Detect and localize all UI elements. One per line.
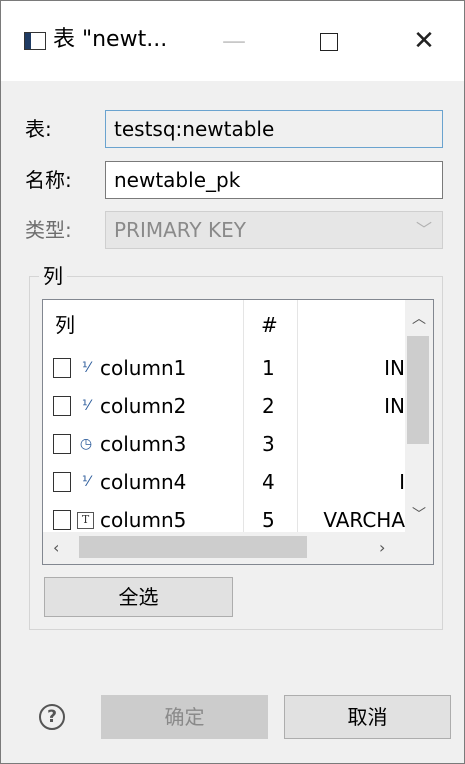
- column-name: column1: [100, 356, 187, 380]
- scroll-down-icon[interactable]: ﹀: [405, 504, 433, 524]
- table-label: 表:: [25, 117, 52, 141]
- title-bar: 表 "newt... — ✕: [1, 1, 464, 81]
- columns-group-legend: 列: [39, 263, 67, 289]
- scroll-right-icon[interactable]: ›: [379, 538, 385, 557]
- type-label: 类型:: [25, 218, 72, 242]
- column-name: column5: [100, 508, 187, 532]
- window-icon: [24, 32, 46, 50]
- table-row[interactable]: ◷ column3 3: [43, 426, 405, 464]
- column-name: column4: [100, 470, 187, 494]
- scrollbar-corner: [405, 532, 433, 564]
- minimize-button[interactable]: —: [206, 19, 262, 63]
- column-name: column3: [100, 432, 187, 456]
- row-checkbox[interactable]: [53, 358, 71, 378]
- column-type: VARCHA: [323, 508, 405, 532]
- vertical-scroll-thumb[interactable]: [407, 336, 429, 444]
- type-select-value: PRIMARY KEY: [114, 218, 246, 242]
- column-index: 3: [262, 432, 275, 456]
- cancel-button[interactable]: 取消: [284, 695, 451, 739]
- column-type: IN: [384, 356, 405, 380]
- row-checkbox[interactable]: [53, 434, 71, 454]
- row-checkbox[interactable]: [53, 510, 71, 530]
- table-row[interactable]: ⅟ column2 2 IN: [43, 388, 405, 426]
- horizontal-scrollbar[interactable]: ‹ ›: [43, 532, 405, 564]
- numeric-column-icon: ⅟: [82, 360, 90, 376]
- maximize-icon: [320, 33, 338, 51]
- scroll-left-icon[interactable]: ‹: [53, 538, 59, 557]
- header-column-name[interactable]: 列: [55, 312, 75, 338]
- horizontal-scroll-thumb[interactable]: [79, 536, 307, 558]
- column-index: 5: [262, 508, 275, 532]
- vertical-scrollbar[interactable]: ︿ ﹀: [405, 300, 433, 532]
- column-name: column2: [100, 394, 187, 418]
- help-icon[interactable]: ?: [39, 704, 65, 730]
- name-label: 名称:: [25, 168, 72, 192]
- text-column-icon: T: [77, 512, 94, 529]
- maximize-button[interactable]: [301, 19, 357, 63]
- name-input[interactable]: newtable_pk: [105, 161, 443, 199]
- column-index: 1: [262, 356, 275, 380]
- scroll-up-icon[interactable]: ︿: [405, 308, 433, 328]
- select-all-button[interactable]: 全选: [44, 577, 233, 617]
- row-checkbox[interactable]: [53, 472, 71, 492]
- window-title: 表 "newt...: [53, 27, 168, 52]
- row-checkbox[interactable]: [53, 396, 71, 416]
- table-row[interactable]: ⅟ column1 1 IN: [43, 350, 405, 388]
- dialog-window: 表 "newt... — ✕ 表: testsq:newtable 名称: ne…: [0, 0, 465, 764]
- column-index: 2: [262, 394, 275, 418]
- numeric-column-icon: ⅟: [82, 398, 90, 414]
- datetime-column-icon: ◷: [79, 436, 93, 452]
- ok-button[interactable]: 确定: [101, 695, 268, 739]
- type-select[interactable]: PRIMARY KEY ﹀: [105, 211, 443, 249]
- chevron-down-icon: ﹀: [415, 220, 432, 239]
- columns-table[interactable]: 列 # ⅟ column1 1 IN ⅟ column2 2 IN ◷ colu…: [42, 299, 434, 565]
- table-field[interactable]: testsq:newtable: [105, 110, 443, 148]
- column-type: I: [399, 470, 405, 494]
- header-column-index[interactable]: #: [261, 312, 278, 338]
- table-row[interactable]: ⅟ column4 4 I: [43, 464, 405, 502]
- numeric-column-icon: ⅟: [82, 474, 90, 490]
- column-type: IN: [384, 394, 405, 418]
- column-index: 4: [262, 470, 275, 494]
- close-button[interactable]: ✕: [396, 19, 452, 63]
